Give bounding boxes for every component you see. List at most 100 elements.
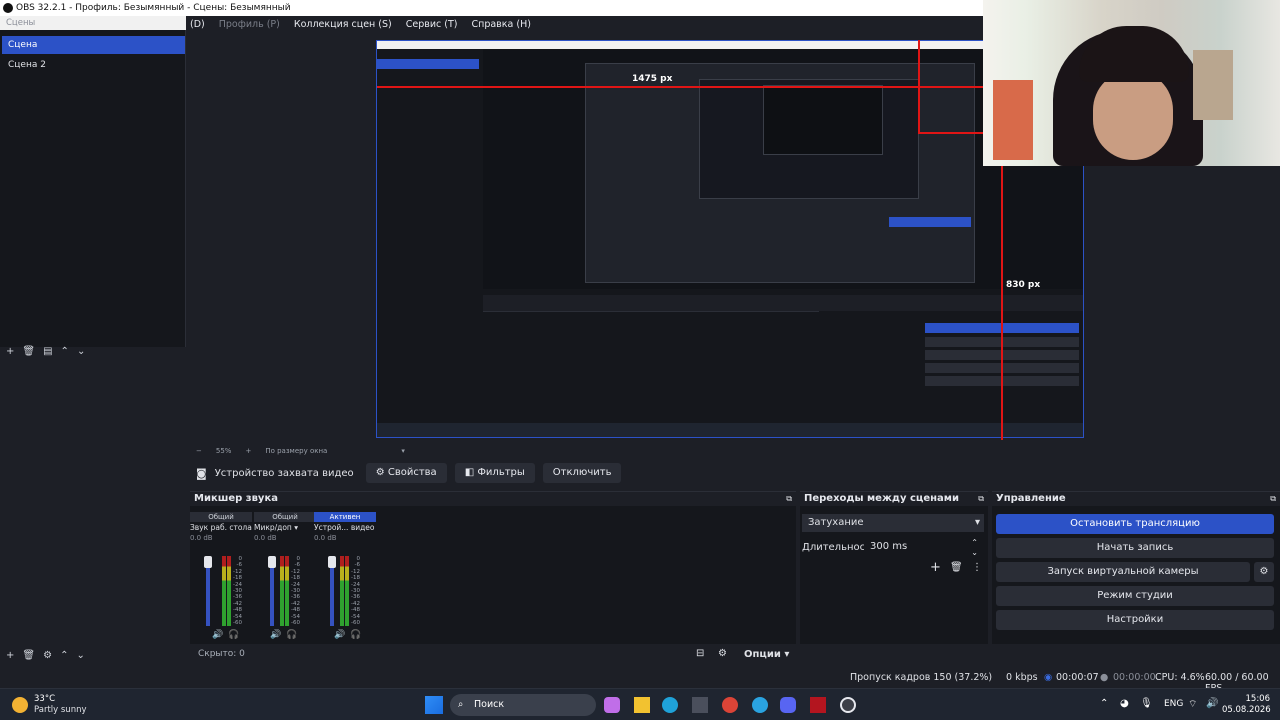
network-icon[interactable]: ◕ bbox=[1120, 698, 1129, 709]
duration-spinbox[interactable]: 300 ms ⌃ ⌄ bbox=[864, 538, 982, 557]
obs-taskbar-icon[interactable] bbox=[840, 697, 856, 713]
edge-icon[interactable] bbox=[662, 697, 678, 713]
speaker-icon[interactable]: 🔊 bbox=[212, 630, 223, 640]
weather-icon[interactable] bbox=[12, 697, 28, 713]
settings-button[interactable]: Настройки bbox=[996, 610, 1274, 630]
fader-knob[interactable] bbox=[268, 556, 276, 568]
file-explorer-icon[interactable] bbox=[634, 697, 650, 713]
headphones-icon[interactable]: 🎧 bbox=[286, 630, 297, 640]
chrome-icon[interactable] bbox=[722, 697, 738, 713]
bitrate: 0 kbps bbox=[1006, 672, 1038, 683]
menu-item-scene-collection[interactable]: Коллекция сцен (S) bbox=[294, 19, 392, 30]
menu-item-tools[interactable]: Сервис (T) bbox=[406, 19, 458, 30]
clock-time[interactable]: 15:06 bbox=[1222, 694, 1271, 704]
fader-knob[interactable] bbox=[328, 556, 336, 568]
zoom-out-icon[interactable]: − bbox=[196, 447, 202, 455]
trash-icon[interactable]: 🗑 bbox=[950, 562, 963, 573]
add-transition-icon[interactable]: + bbox=[930, 560, 941, 575]
mixer-options-button[interactable]: Опции ▾ bbox=[744, 649, 789, 660]
filter-icon: ◧ bbox=[464, 467, 478, 478]
camera-icon: ◙ bbox=[196, 466, 207, 480]
undock-icon[interactable]: ⧉ bbox=[786, 494, 792, 504]
microphone-icon[interactable]: 🎙 bbox=[1140, 698, 1153, 709]
fader-knob[interactable] bbox=[204, 556, 212, 568]
scenes-header: Сцены bbox=[0, 16, 186, 30]
weather-temp[interactable]: 33°C bbox=[34, 694, 55, 704]
advanced-audio-icon[interactable]: ⚙ bbox=[718, 648, 727, 659]
headphones-icon[interactable]: 🎧 bbox=[350, 630, 361, 640]
wifi-icon[interactable]: ⌔ bbox=[1188, 698, 1197, 711]
trash-icon[interactable]: 🗑 bbox=[22, 650, 35, 661]
move-down-icon[interactable]: ⌄ bbox=[77, 346, 85, 357]
gear-icon[interactable]: ⚙ bbox=[43, 650, 52, 661]
add-icon[interactable]: + bbox=[6, 346, 14, 357]
filter-icon[interactable]: ▤ bbox=[43, 346, 52, 357]
headphones-icon[interactable]: 🎧 bbox=[228, 630, 239, 640]
dropped-frames: Пропуск кадров 150 (37.2%) bbox=[850, 672, 993, 683]
stream-icon: ◉ bbox=[1044, 672, 1053, 683]
mixer-channel: Общий Микр/доп ▾ 0.0 dB 0 -6 -12 -18 -24 -30-… bbox=[254, 512, 316, 642]
windows-start-icon[interactable] bbox=[425, 696, 443, 714]
scenes-toolbar: + 🗑 ▤ ⌃ ⌄ bbox=[0, 342, 186, 360]
chevron-up-icon[interactable]: ⌃ bbox=[1100, 698, 1108, 709]
cpu-usage: CPU: 4.6% bbox=[1155, 672, 1205, 683]
trash-icon[interactable]: 🗑 bbox=[22, 346, 35, 357]
chevron-down-icon[interactable]: ⌄ bbox=[971, 544, 978, 562]
record-icon: ● bbox=[1100, 672, 1109, 683]
gear-icon[interactable]: ⚙ bbox=[1254, 562, 1274, 582]
layout-icon[interactable]: ⊟ bbox=[696, 648, 704, 659]
zoom-fit-select[interactable]: По размеру окна bbox=[265, 447, 327, 455]
menu-bar: (D) Профиль (P) Коллекция сцен (S) Серви… bbox=[186, 16, 986, 32]
menu-item-help[interactable]: Справка (H) bbox=[471, 19, 530, 30]
selection-outline bbox=[918, 40, 920, 132]
telegram-icon[interactable] bbox=[752, 697, 768, 713]
undock-icon[interactable]: ⧉ bbox=[978, 494, 984, 504]
properties-button[interactable]: ⚙ Свойства bbox=[365, 463, 447, 483]
audio-mixer-panel: Микшер звука ⧉ Общий Звук раб. стола ▾ 0… bbox=[190, 491, 796, 644]
menu-item-d[interactable]: (D) bbox=[190, 19, 205, 30]
scene-list-item[interactable]: Сцена 2 bbox=[2, 56, 185, 74]
channel-name[interactable]: Устрой... видео ▾ bbox=[314, 522, 376, 534]
studio-mode-button[interactable]: Режим студии bbox=[996, 586, 1274, 606]
add-icon[interactable]: + bbox=[6, 650, 14, 661]
zoom-in-icon[interactable]: + bbox=[245, 447, 251, 455]
menu-item-profile[interactable]: Профиль (P) bbox=[219, 19, 280, 30]
undock-icon[interactable]: ⧉ bbox=[1270, 494, 1276, 504]
move-up-icon[interactable]: ⌃ bbox=[61, 346, 69, 357]
store-icon[interactable] bbox=[692, 697, 708, 713]
move-down-icon[interactable]: ⌄ bbox=[76, 650, 84, 661]
scene-transitions-panel: Переходы между сценами ⧉ Затухание ▾ Дли… bbox=[800, 491, 988, 644]
scene-list-item[interactable]: Сцена bbox=[2, 36, 185, 54]
channel-tab[interactable]: Активен bbox=[314, 512, 376, 522]
scenes-panel: Сцены Сцена Сцена 2 + 🗑 ▤ ⌃ ⌄ bbox=[0, 16, 186, 357]
discord-icon[interactable] bbox=[780, 697, 796, 713]
move-up-icon[interactable]: ⌃ bbox=[60, 650, 68, 661]
speaker-icon[interactable]: 🔊 bbox=[334, 630, 345, 640]
width-measure-label: 1475 px bbox=[632, 74, 673, 84]
search-icon: ⌕ bbox=[458, 699, 464, 710]
speaker-icon[interactable]: 🔊 bbox=[270, 630, 281, 640]
transition-type-select[interactable]: Затухание ▾ bbox=[802, 514, 984, 532]
start-record-button[interactable]: Начать запись bbox=[996, 538, 1274, 558]
language-indicator[interactable]: ENG bbox=[1164, 699, 1183, 709]
copilot-icon[interactable] bbox=[604, 697, 620, 713]
disable-button[interactable]: Отключить bbox=[542, 463, 622, 483]
weather-text[interactable]: Partly sunny bbox=[34, 705, 87, 715]
channel-tab[interactable]: Общий bbox=[190, 512, 252, 522]
stop-stream-button[interactable]: Остановить трансляцию bbox=[996, 514, 1274, 534]
channel-name[interactable]: Звук раб. стола ▾ bbox=[190, 522, 252, 534]
height-measure-label: 830 px bbox=[1006, 280, 1041, 290]
virtual-camera-button[interactable]: Запуск виртуальной камеры bbox=[996, 562, 1250, 582]
level-meter bbox=[340, 556, 344, 626]
more-options-icon[interactable]: ⋮ bbox=[972, 562, 982, 573]
clock-date[interactable]: 05.08.2026 bbox=[1222, 705, 1271, 715]
chevron-down-icon[interactable]: ▾ bbox=[401, 447, 405, 455]
speaker-icon[interactable]: 🔊 bbox=[1206, 698, 1218, 709]
taskbar-search[interactable]: ⌕ Поиск bbox=[450, 694, 596, 716]
channel-tab[interactable]: Общий bbox=[254, 512, 316, 522]
channel-db: 0.0 dB bbox=[254, 534, 277, 542]
filters-button[interactable]: ◧ Фильтры bbox=[454, 463, 535, 483]
app-icon[interactable] bbox=[810, 697, 826, 713]
channel-name[interactable]: Микр/доп ▾ bbox=[254, 522, 316, 534]
webcam-overlay bbox=[983, 0, 1280, 166]
